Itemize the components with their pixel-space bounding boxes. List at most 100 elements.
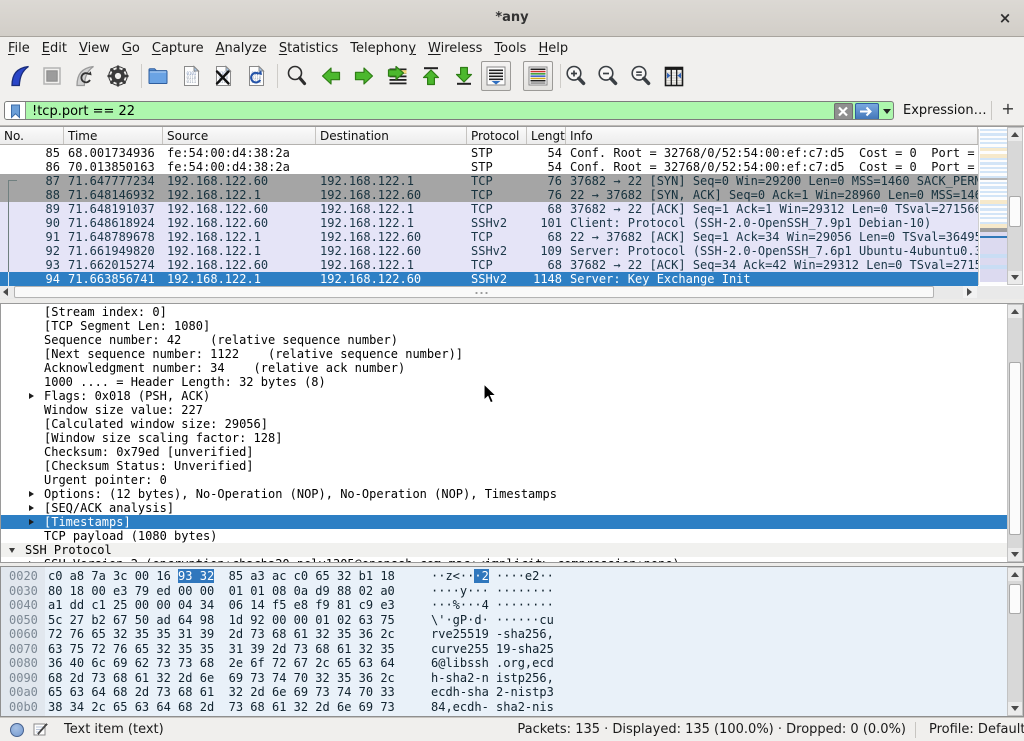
expand-toggle-icon[interactable] — [29, 505, 34, 511]
go-back-button[interactable] — [319, 64, 343, 88]
capture-comment-icon[interactable] — [33, 721, 49, 737]
capture-options-button[interactable] — [106, 64, 130, 88]
packet-row-86[interactable]: 8670.013850163fe:54:00:d4:38:2aSTP54Conf… — [0, 160, 978, 174]
column-header-time[interactable]: Time — [64, 127, 163, 144]
detail-row[interactable]: Sequence number: 42 (relative sequence n… — [1, 333, 1007, 347]
hex-bytes[interactable]: 38 34 2c 65 63 64 68 2d 73 68 61 32 2d 6… — [48, 700, 395, 714]
column-header-info[interactable]: Info — [566, 127, 978, 144]
display-filter-input[interactable]: !tcp.port == 22 — [4, 101, 894, 120]
reload-file-button[interactable]: 0101 0110 0111 — [244, 64, 268, 88]
scrollbar-thumb[interactable] — [1009, 362, 1021, 535]
hex-ascii[interactable]: ···%···4 ········ — [431, 598, 554, 612]
column-header-length[interactable]: Length — [527, 127, 566, 144]
hex-bytes[interactable]: a1 dd c1 25 00 00 04 34 06 14 f5 e8 f9 8… — [48, 598, 395, 612]
filter-bookmark-button[interactable] — [5, 102, 26, 120]
intelligent-scrollbar-minimap[interactable] — [978, 129, 1007, 285]
hex-bytes[interactable]: 68 2d 73 68 61 32 2d 6e 69 73 74 70 32 3… — [48, 671, 395, 685]
menu-file[interactable]: File — [8, 39, 30, 60]
column-header-destination[interactable]: Destination — [316, 127, 467, 144]
hex-ascii[interactable]: 84,ecdh- sha2-nis — [431, 700, 554, 714]
hex-bytes[interactable]: 36 40 6c 69 62 73 73 68 2e 6f 72 67 2c 6… — [48, 656, 395, 670]
apply-filter-button[interactable] — [855, 103, 879, 120]
filter-history-dropdown[interactable] — [883, 109, 891, 114]
menu-edit[interactable]: Edit — [42, 39, 67, 60]
scroll-up-button[interactable] — [1008, 305, 1022, 318]
detail-row[interactable]: Checksum: 0x79ed [unverified] — [1, 445, 1007, 459]
hex-ascii[interactable]: ····y··· ········ — [431, 584, 554, 598]
menu-tools[interactable]: Tools — [494, 39, 526, 60]
zoom-normal-button[interactable] — [629, 64, 653, 88]
expand-toggle-icon[interactable] — [29, 519, 34, 525]
detail-row[interactable]: [SEQ/ACK analysis] — [1, 501, 1007, 515]
detail-row[interactable]: [Checksum Status: Unverified] — [1, 459, 1007, 473]
detail-row[interactable]: [Window size scaling factor: 128] — [1, 431, 1007, 445]
detail-row[interactable]: TCP payload (1080 bytes) — [1, 529, 1007, 543]
menu-help[interactable]: Help — [538, 39, 568, 60]
close-file-button[interactable]: 0101 0110 0111 — [211, 64, 235, 88]
go-last-button[interactable] — [452, 64, 476, 88]
resize-columns-button[interactable] — [662, 64, 686, 88]
hex-bytes[interactable]: 80 18 00 e3 79 ed 00 00 01 01 08 0a d9 8… — [48, 584, 395, 598]
scroll-up-button[interactable] — [1008, 128, 1022, 141]
packet-row-87[interactable]: 8771.647777234192.168.122.60192.168.122.… — [0, 174, 978, 188]
open-file-button[interactable] — [146, 64, 170, 88]
packet-row-90[interactable]: 9071.648618924192.168.122.60192.168.122.… — [0, 216, 978, 230]
detail-row[interactable]: Acknowledgment number: 34 (relative ack … — [1, 361, 1007, 375]
colorize-button[interactable] — [523, 61, 553, 91]
zoom-out-button[interactable] — [596, 64, 620, 88]
column-header-protocol[interactable]: Protocol — [467, 127, 527, 144]
hex-bytes[interactable]: 63 75 72 76 65 32 35 35 31 39 2d 73 68 6… — [48, 642, 395, 656]
packet-row-85[interactable]: 8568.001734936fe:54:00:d4:38:2aSTP54Conf… — [0, 146, 978, 160]
detail-row[interactable]: SSH Version 2 (encryption:chacha20-poly1… — [1, 557, 1007, 563]
auto-scroll-button[interactable] — [481, 61, 511, 91]
column-header-no[interactable]: No. — [0, 127, 64, 144]
packet-list-horizontal-scrollbar[interactable] — [0, 286, 978, 299]
menu-telephony[interactable]: Telephony — [350, 39, 416, 60]
hex-ascii[interactable]: h-sha2-n istp256, — [431, 671, 554, 685]
scroll-down-button[interactable] — [1008, 702, 1022, 715]
profile-selector[interactable]: Profile: Default — [929, 722, 1024, 737]
hex-bytes[interactable]: 72 76 65 32 35 35 31 39 2d 73 68 61 32 3… — [48, 627, 395, 641]
hex-bytes[interactable]: c0 a8 7a 3c 00 16 93 32 85 a3 ac c0 65 3… — [48, 569, 395, 583]
scroll-down-button[interactable] — [1008, 271, 1022, 284]
zoom-in-button[interactable] — [564, 64, 588, 88]
packet-row-89[interactable]: 8971.648191037192.168.122.60192.168.122.… — [0, 202, 978, 216]
packet-row-91[interactable]: 9171.648789678192.168.122.1192.168.122.6… — [0, 230, 978, 244]
hex-ascii[interactable]: \'·gP·d· ······cu — [431, 613, 554, 627]
collapse-toggle-icon[interactable] — [9, 548, 15, 553]
scroll-right-button[interactable] — [963, 286, 977, 298]
detail-row[interactable]: Window size value: 227 — [1, 403, 1007, 417]
scroll-left-button[interactable] — [0, 286, 14, 298]
menu-view[interactable]: View — [79, 39, 110, 60]
menu-wireless[interactable]: Wireless — [428, 39, 482, 60]
hex-ascii[interactable]: ecdh-sha 2-nistp3 — [431, 685, 554, 699]
expand-toggle-icon[interactable] — [29, 491, 34, 497]
detail-row[interactable]: Options: (12 bytes), No-Operation (NOP),… — [1, 487, 1007, 501]
detail-row[interactable]: 1000 .... = Header Length: 32 bytes (8) — [1, 375, 1007, 389]
packet-row-94[interactable]: 9471.663856741192.168.122.1192.168.122.6… — [0, 272, 978, 286]
restart-capture-button[interactable] — [73, 64, 97, 88]
clear-filter-button[interactable] — [834, 103, 853, 120]
go-first-button[interactable] — [419, 64, 443, 88]
scroll-down-button[interactable] — [1008, 548, 1022, 561]
packet-row-88[interactable]: 8871.648146932192.168.122.1192.168.122.6… — [0, 188, 978, 202]
detail-row[interactable]: [Next sequence number: 1122 (relative se… — [1, 347, 1007, 361]
hex-bytes[interactable]: 5c 27 b2 67 50 ad 64 98 1d 92 00 00 01 0… — [48, 613, 395, 627]
details-vertical-scrollbar[interactable] — [1007, 304, 1023, 562]
packet-list-vertical-scrollbar[interactable] — [1007, 127, 1023, 285]
column-header-source[interactable]: Source — [163, 127, 316, 144]
detail-row[interactable]: Urgent pointer: 0 — [1, 473, 1007, 487]
hex-ascii[interactable]: ··z<···2 ····e2·· — [431, 569, 554, 583]
expression-button[interactable]: Expression… — [903, 103, 987, 118]
detail-row[interactable]: Flags: 0x018 (PSH, ACK) — [1, 389, 1007, 403]
go-to-packet-button[interactable] — [386, 64, 410, 88]
detail-row[interactable]: [Calculated window size: 29056] — [1, 417, 1007, 431]
expand-toggle-icon[interactable] — [29, 393, 34, 399]
detail-row[interactable]: SSH Protocol — [1, 543, 1007, 557]
menu-capture[interactable]: Capture — [152, 39, 204, 60]
start-capture-button[interactable] — [8, 64, 32, 88]
hex-ascii[interactable]: curve255 19-sha25 — [431, 642, 554, 656]
expand-toggle-icon[interactable] — [29, 561, 34, 564]
add-filter-button[interactable]: + — [1000, 99, 1016, 118]
menu-analyze[interactable]: Analyze — [216, 39, 267, 60]
